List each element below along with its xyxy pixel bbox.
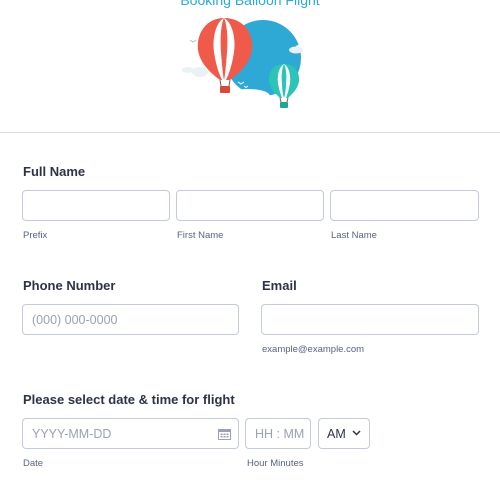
form-header: Booking Balloon Flight [0,0,500,133]
time-sublabel: Hour Minutes [247,458,304,469]
last-name-sublabel: Last Name [331,230,377,241]
ampm-select[interactable]: AM [318,418,370,449]
date-placeholder: YYYY-MM-DD [32,427,112,441]
datetime-label: Please select date & time for flight [23,392,235,407]
ampm-value: AM [327,427,346,441]
phone-number-label: Phone Number [23,278,116,293]
full-name-label: Full Name [23,164,86,179]
form-title: Booking Balloon Flight [180,0,320,8]
hot-air-balloons-illustration [182,18,313,108]
calendar-icon[interactable] [218,428,231,440]
prefix-sublabel: Prefix [23,230,48,241]
time-placeholder: HH : MM [255,427,305,441]
time-input[interactable]: HH : MM [245,418,311,449]
first-name-input[interactable] [176,190,324,221]
phone-number-input[interactable]: (000) 000-0000 [22,304,239,335]
last-name-input[interactable] [330,190,479,221]
email-sublabel: example@example.com [262,344,365,355]
phone-placeholder: (000) 000-0000 [32,313,118,327]
email-input[interactable] [261,304,479,335]
date-sublabel: Date [23,458,44,469]
prefix-input[interactable] [22,190,170,221]
first-name-sublabel: First Name [177,230,224,241]
date-input[interactable]: YYYY-MM-DD [22,418,239,449]
email-label: Email [262,278,297,293]
chevron-down-icon [352,430,361,436]
